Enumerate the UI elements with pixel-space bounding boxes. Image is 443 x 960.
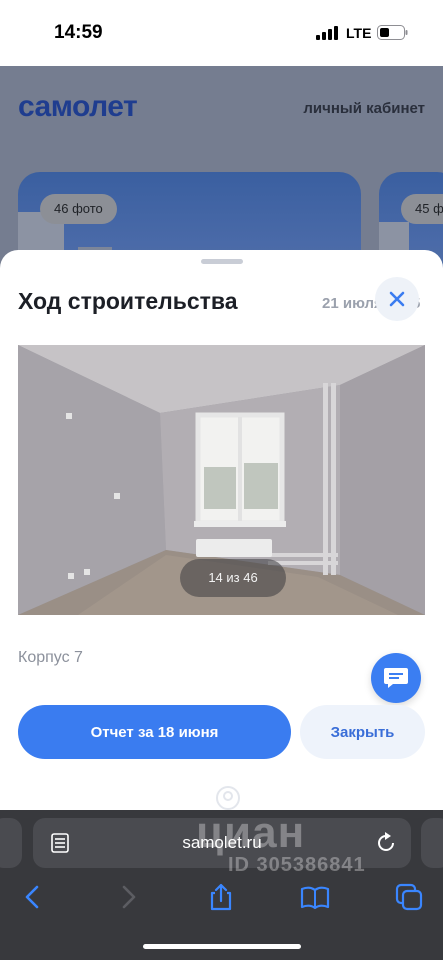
construction-progress-sheet: Ход строительства 21 июля 2025 14 из 46 … bbox=[0, 250, 443, 810]
chat-icon bbox=[384, 668, 408, 688]
bookmarks-icon[interactable] bbox=[300, 882, 330, 912]
close-sheet-button[interactable]: Закрыть bbox=[300, 705, 425, 759]
browser-toolbar: samolet.ru циан ID 305386841 bbox=[0, 808, 443, 960]
watermark-text: циан bbox=[196, 808, 306, 857]
status-time: 14:59 bbox=[54, 22, 103, 43]
photo-count-badge: 45 ф bbox=[401, 194, 443, 224]
close-button[interactable] bbox=[375, 277, 419, 321]
background-page: самолет личный кабинет 46 фото 45 ф bbox=[0, 66, 443, 292]
chat-button[interactable] bbox=[371, 653, 421, 703]
sheet-grabber[interactable] bbox=[201, 259, 243, 264]
close-icon bbox=[389, 291, 405, 307]
report-button[interactable]: Отчет за 18 июня bbox=[18, 705, 291, 759]
status-bar: 14:59 LTE bbox=[0, 0, 443, 66]
back-icon[interactable] bbox=[18, 882, 48, 912]
next-tab-preview[interactable] bbox=[421, 818, 443, 868]
share-icon[interactable] bbox=[206, 882, 236, 912]
photo-counter: 14 из 46 bbox=[180, 559, 286, 597]
construction-photo[interactable]: 14 из 46 bbox=[18, 345, 425, 615]
building-label: Корпус 7 bbox=[18, 649, 83, 666]
previous-tab-preview[interactable] bbox=[0, 818, 22, 868]
reload-icon[interactable] bbox=[375, 832, 397, 854]
sheet-title: Ход строительства bbox=[18, 288, 238, 314]
tabs-icon[interactable] bbox=[394, 882, 424, 912]
photo-count-badge: 46 фото bbox=[40, 194, 117, 224]
cabinet-link[interactable]: личный кабинет bbox=[303, 100, 425, 117]
network-label: LTE bbox=[346, 25, 372, 41]
watermark-id: ID 305386841 bbox=[228, 854, 366, 876]
brand-logo: самолет bbox=[18, 90, 138, 123]
signal-icon bbox=[316, 26, 338, 40]
home-indicator bbox=[143, 944, 301, 949]
forward-icon[interactable] bbox=[113, 882, 143, 912]
battery-icon bbox=[377, 25, 408, 40]
